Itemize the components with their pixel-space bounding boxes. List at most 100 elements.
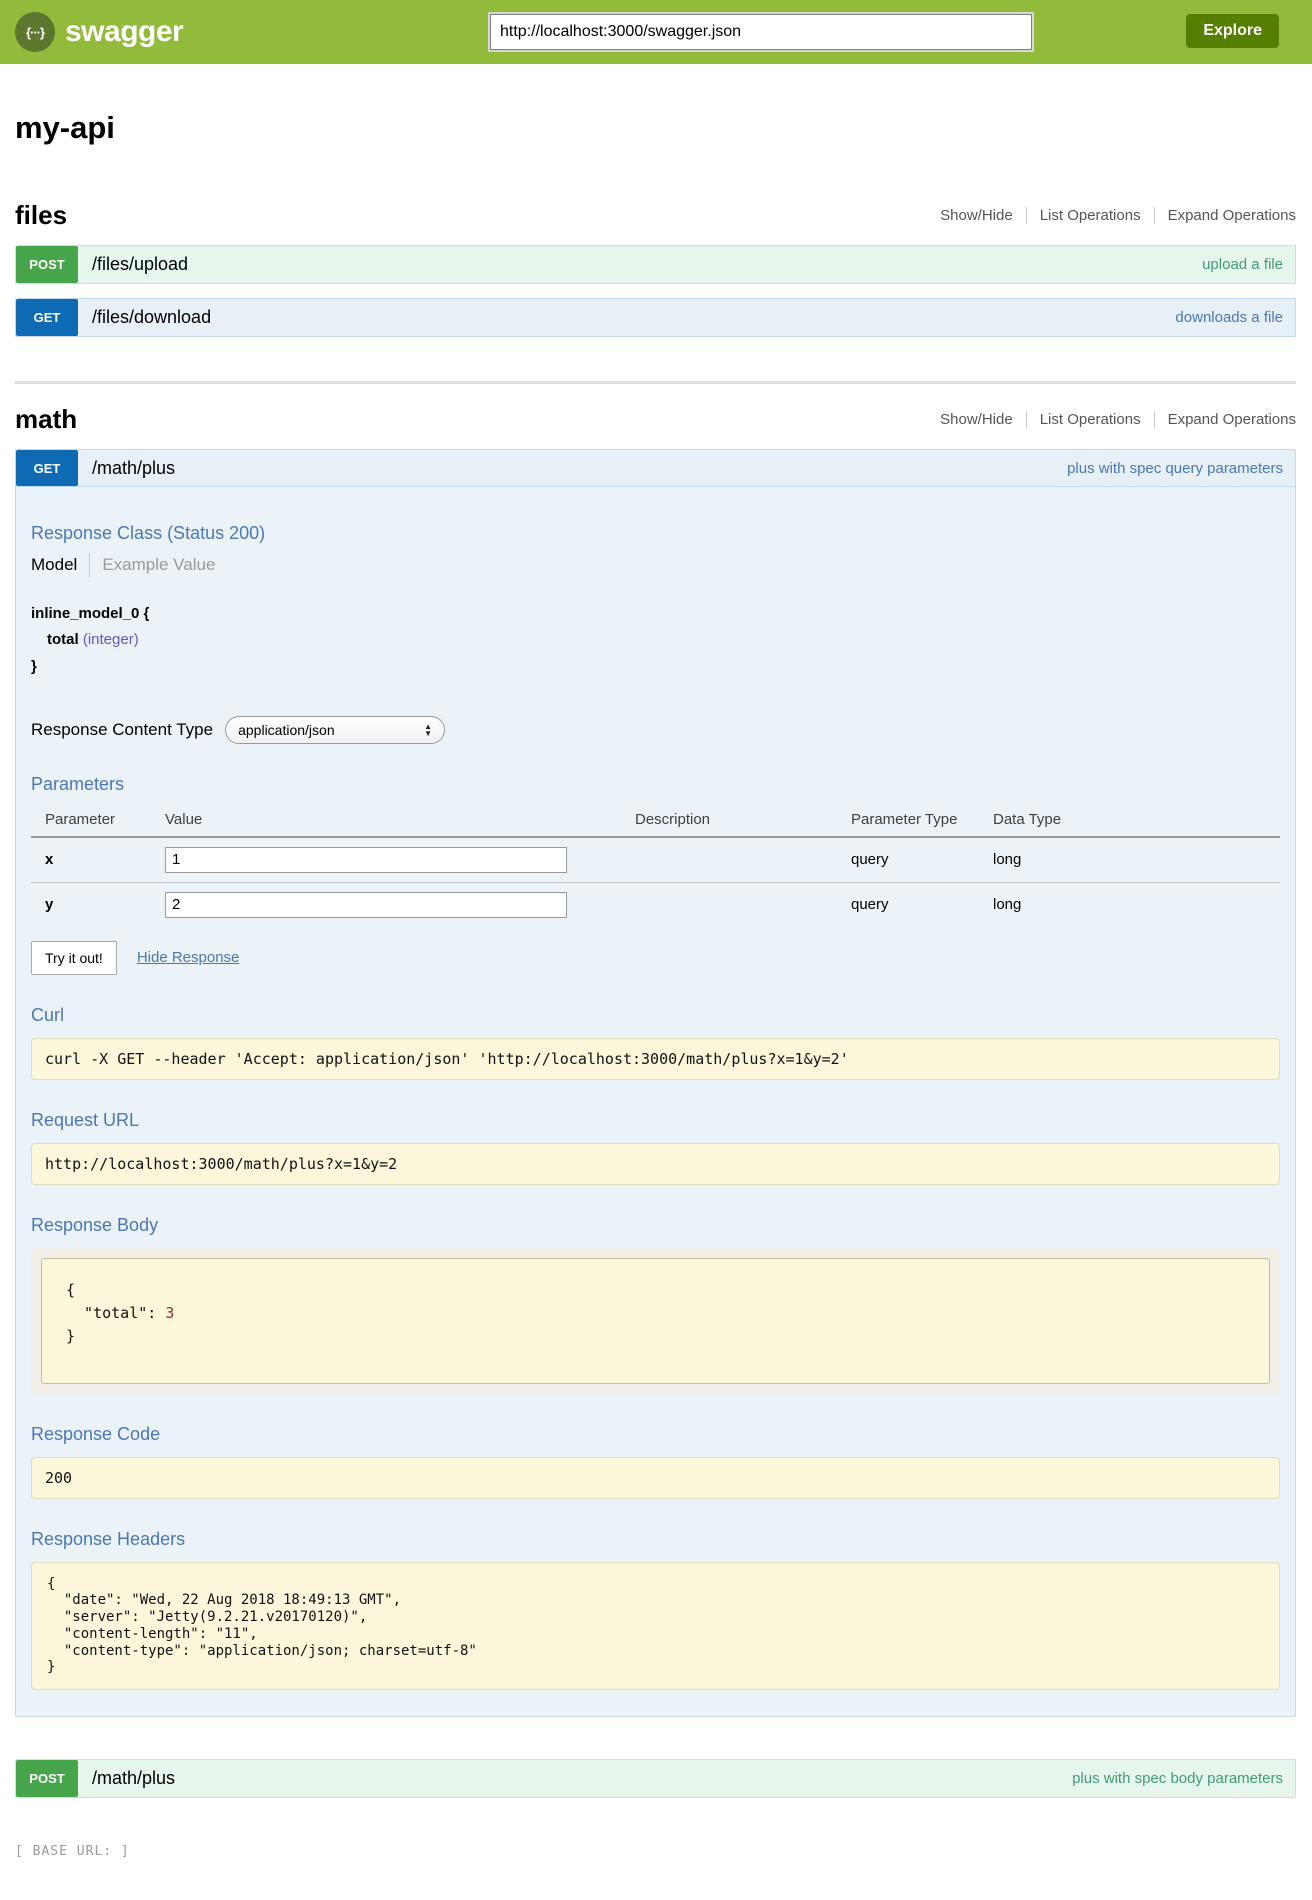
brand[interactable]: {···} swagger bbox=[15, 12, 183, 52]
list-operations-link[interactable]: List Operations bbox=[1026, 411, 1141, 428]
list-operations-link[interactable]: List Operations bbox=[1026, 207, 1141, 224]
json-total-line: "total": 3 bbox=[66, 1302, 1245, 1325]
param-data-type: long bbox=[993, 837, 1280, 883]
col-parameter: Parameter bbox=[31, 805, 165, 837]
page-title: my-api bbox=[15, 110, 1296, 146]
tab-model[interactable]: Model bbox=[31, 555, 77, 575]
operation-post-files-upload: POST /files/upload upload a file bbox=[15, 245, 1296, 284]
operation-heading[interactable]: POST /files/upload upload a file bbox=[16, 246, 1295, 283]
get-method-badge: GET bbox=[16, 450, 78, 486]
param-data-type: long bbox=[993, 882, 1280, 927]
model-property-type: (integer) bbox=[83, 631, 139, 648]
param-description bbox=[635, 837, 851, 883]
brand-title: swagger bbox=[65, 15, 183, 49]
json-open-brace: { bbox=[66, 1279, 1245, 1302]
spec-url-input[interactable] bbox=[490, 14, 1032, 50]
json-value: 3 bbox=[165, 1304, 174, 1322]
operation-content: Response Class (Status 200) Model Exampl… bbox=[16, 487, 1295, 1716]
operation-get-math-plus: GET /math/plus plus with spec query para… bbox=[15, 449, 1296, 1717]
response-headers-heading: Response Headers bbox=[31, 1529, 1280, 1550]
json-key: "total": bbox=[66, 1304, 165, 1322]
curl-heading: Curl bbox=[31, 1005, 1280, 1026]
param-y-input[interactable] bbox=[165, 892, 567, 918]
model-close: } bbox=[31, 654, 1280, 680]
operation-summary-link[interactable]: plus with spec query parameters bbox=[1067, 460, 1295, 477]
response-body-block: { "total": 3} bbox=[31, 1248, 1280, 1394]
response-content-type-row: Response Content Type application/json ▲… bbox=[31, 716, 1280, 744]
try-row: Try it out! Hide Response bbox=[31, 941, 1280, 975]
param-name: y bbox=[31, 882, 165, 927]
json-close-brace: } bbox=[66, 1325, 1245, 1348]
operation-summary-link[interactable]: downloads a file bbox=[1175, 309, 1295, 326]
response-body-heading: Response Body bbox=[31, 1215, 1280, 1236]
response-body-json: { "total": 3} bbox=[41, 1258, 1270, 1384]
swagger-logo-icon: {···} bbox=[15, 12, 55, 52]
curl-command: curl -X GET --header 'Accept: applicatio… bbox=[31, 1038, 1280, 1080]
param-x-input[interactable] bbox=[165, 847, 567, 873]
post-method-badge: POST bbox=[16, 246, 78, 283]
section-divider bbox=[15, 381, 1296, 384]
parameter-row-x: x query long bbox=[31, 837, 1280, 883]
request-url-heading: Request URL bbox=[31, 1110, 1280, 1131]
operation-path-link[interactable]: /math/plus bbox=[92, 1768, 175, 1789]
explore-button[interactable]: Explore bbox=[1186, 14, 1279, 48]
param-description bbox=[635, 882, 851, 927]
response-headers-json: { "date": "Wed, 22 Aug 2018 18:49:13 GMT… bbox=[31, 1562, 1280, 1691]
operation-get-files-download: GET /files/download downloads a file bbox=[15, 298, 1296, 337]
header-bar: {···} swagger Explore bbox=[0, 0, 1312, 64]
operation-heading[interactable]: POST /math/plus plus with spec body para… bbox=[16, 1760, 1295, 1797]
param-type: query bbox=[851, 882, 993, 927]
tab-divider bbox=[89, 553, 90, 577]
api-documentation: my-api files Show/Hide List Operations E… bbox=[15, 110, 1296, 1798]
try-it-out-button[interactable]: Try it out! bbox=[31, 941, 117, 975]
hide-response-link[interactable]: Hide Response bbox=[137, 949, 240, 966]
base-url-label: [ BASE URL: ] bbox=[15, 1844, 130, 1859]
response-content-type-label: Response Content Type bbox=[31, 720, 213, 740]
operation-heading[interactable]: GET /files/download downloads a file bbox=[16, 299, 1295, 336]
tab-example-value[interactable]: Example Value bbox=[102, 555, 215, 575]
request-url-value: http://localhost:3000/math/plus?x=1&y=2 bbox=[31, 1143, 1280, 1185]
dropdown-arrows-icon: ▲ ▼ bbox=[424, 723, 432, 737]
operation-path-link[interactable]: /files/upload bbox=[92, 254, 188, 275]
parameter-row-y: y query long bbox=[31, 882, 1280, 927]
col-value: Value bbox=[165, 805, 635, 837]
section-math: math Show/Hide List Operations Expand Op… bbox=[15, 404, 1296, 1798]
operation-heading[interactable]: GET /math/plus plus with spec query para… bbox=[16, 450, 1295, 487]
param-type: query bbox=[851, 837, 993, 883]
parameters-heading: Parameters bbox=[31, 774, 1280, 795]
page-footer: [ BASE URL: ] bbox=[15, 1842, 1312, 1860]
model-open: inline_model_0 { bbox=[31, 601, 1280, 627]
model-signature: inline_model_0 { total (integer) } bbox=[31, 601, 1280, 680]
response-class-heading: Response Class (Status 200) bbox=[31, 523, 1280, 544]
operation-summary-link[interactable]: plus with spec body parameters bbox=[1072, 1770, 1295, 1787]
section-title-math: math bbox=[15, 404, 77, 435]
col-description: Description bbox=[635, 805, 851, 837]
section-files-controls: Show/Hide List Operations Expand Operati… bbox=[940, 207, 1296, 224]
response-content-type-select[interactable]: application/json ▲ ▼ bbox=[225, 716, 445, 744]
section-title-files: files bbox=[15, 200, 67, 231]
parameters-header-row: Parameter Value Description Parameter Ty… bbox=[31, 805, 1280, 837]
section-files-head: files Show/Hide List Operations Expand O… bbox=[15, 200, 1296, 231]
model-property-name: total bbox=[47, 631, 79, 648]
expand-operations-link[interactable]: Expand Operations bbox=[1154, 207, 1296, 224]
operation-path-link[interactable]: /files/download bbox=[92, 307, 211, 328]
parameters-table: Parameter Value Description Parameter Ty… bbox=[31, 805, 1280, 927]
col-parameter-type: Parameter Type bbox=[851, 805, 993, 837]
response-code-value: 200 bbox=[31, 1457, 1280, 1499]
expand-operations-link[interactable]: Expand Operations bbox=[1154, 411, 1296, 428]
show-hide-link[interactable]: Show/Hide bbox=[940, 411, 1013, 428]
operation-post-math-plus: POST /math/plus plus with spec body para… bbox=[15, 1759, 1296, 1798]
post-method-badge: POST bbox=[16, 1760, 78, 1797]
operation-path-link[interactable]: /math/plus bbox=[92, 458, 175, 479]
section-math-controls: Show/Hide List Operations Expand Operati… bbox=[940, 411, 1296, 428]
operation-summary-link[interactable]: upload a file bbox=[1202, 256, 1295, 273]
arrow-down-icon: ▼ bbox=[424, 730, 432, 737]
section-math-head: math Show/Hide List Operations Expand Op… bbox=[15, 404, 1296, 435]
show-hide-link[interactable]: Show/Hide bbox=[940, 207, 1013, 224]
get-method-badge: GET bbox=[16, 299, 78, 336]
response-code-heading: Response Code bbox=[31, 1424, 1280, 1445]
response-content-type-value: application/json bbox=[238, 722, 335, 738]
param-name: x bbox=[31, 837, 165, 883]
response-class-tabs: Model Example Value bbox=[31, 553, 1280, 577]
model-property: total (integer) bbox=[31, 627, 1280, 653]
